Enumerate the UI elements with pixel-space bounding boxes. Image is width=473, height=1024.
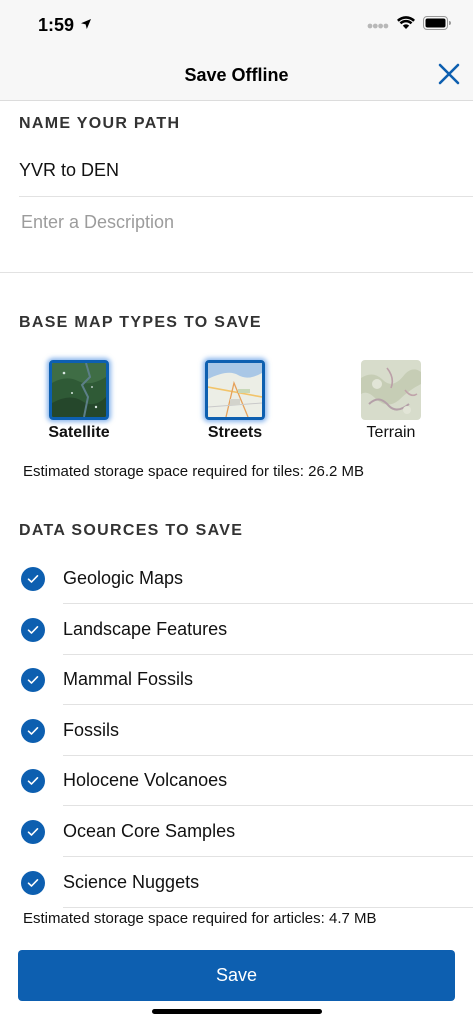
divider (19, 196, 473, 197)
data-source-fossils[interactable]: Fossils (0, 706, 473, 756)
signal-icon (367, 17, 389, 35)
checkmark-icon (21, 820, 45, 844)
home-indicator (152, 1009, 322, 1014)
status-bar: 1:59 (0, 0, 473, 52)
checkmark-icon (21, 618, 45, 642)
checkmark-icon (21, 871, 45, 895)
maptype-label: Streets (207, 424, 263, 441)
data-source-holocene-volcanoes[interactable]: Holocene Volcanoes (0, 756, 473, 806)
close-button[interactable] (435, 62, 463, 90)
data-sources-header: DATA SOURCES TO SAVE (19, 522, 244, 539)
articles-storage-note: Estimated storage space required for art… (23, 910, 377, 927)
data-source-science-nuggets[interactable]: Science Nuggets (0, 858, 473, 908)
data-source-label: Ocean Core Samples (63, 821, 236, 841)
close-icon (438, 63, 460, 90)
section-divider (0, 272, 473, 273)
data-source-label: Landscape Features (63, 619, 228, 639)
data-source-geologic-maps[interactable]: Geologic Maps (0, 554, 473, 604)
divider (63, 704, 473, 705)
path-name-field[interactable]: YVR to DEN (19, 160, 119, 181)
status-time: 1:59 (38, 15, 75, 35)
location-arrow-icon (80, 17, 92, 35)
maptype-satellite[interactable]: Satellite (19, 360, 139, 442)
data-source-mammal-fossils[interactable]: Mammal Fossils (0, 655, 473, 705)
divider (63, 603, 473, 604)
data-source-label: Mammal Fossils (63, 669, 194, 689)
map-types-header: BASE MAP TYPES TO SAVE (19, 314, 262, 331)
battery-icon (423, 16, 451, 35)
data-source-label: Holocene Volcanoes (63, 770, 228, 790)
divider (63, 907, 473, 908)
save-button[interactable]: Save (18, 950, 455, 1001)
wifi-icon (397, 16, 415, 35)
divider (63, 805, 473, 806)
streets-thumbnail (205, 360, 265, 420)
name-section-header: NAME YOUR PATH (19, 115, 181, 132)
data-source-ocean-core-samples[interactable]: Ocean Core Samples (0, 807, 473, 857)
checkmark-icon (21, 719, 45, 743)
tiles-storage-note: Estimated storage space required for til… (23, 463, 365, 480)
checkmark-icon (21, 668, 45, 692)
nav-bar: Save Offline (0, 52, 473, 101)
data-source-label: Geologic Maps (63, 568, 184, 588)
data-source-label: Science Nuggets (63, 872, 200, 892)
maptype-label: Satellite (48, 424, 110, 441)
divider (63, 856, 473, 857)
data-source-label: Fossils (63, 720, 120, 740)
maptype-label: Terrain (366, 424, 416, 441)
checkmark-icon (21, 769, 45, 793)
checkmark-icon (21, 567, 45, 591)
satellite-thumbnail (49, 360, 109, 420)
terrain-thumbnail (361, 360, 421, 420)
description-field[interactable] (21, 212, 441, 233)
maptype-streets[interactable]: Streets (175, 360, 295, 442)
data-source-landscape-features[interactable]: Landscape Features (0, 605, 473, 655)
page-title: Save Offline (184, 65, 289, 85)
maptype-terrain[interactable]: Terrain (331, 360, 451, 442)
status-icons (367, 16, 451, 35)
